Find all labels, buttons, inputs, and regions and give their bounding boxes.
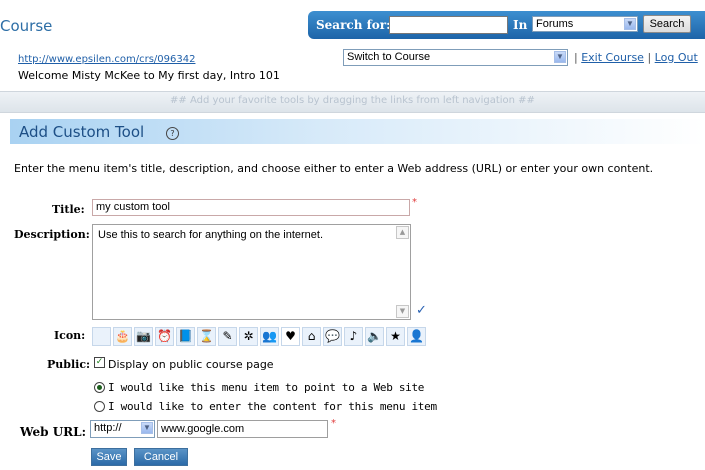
- course-title: Course: [0, 17, 53, 35]
- search-scope-label: In: [513, 18, 528, 32]
- star-icon[interactable]: ★: [386, 327, 405, 346]
- web-site-radio-label[interactable]: I would like this menu item to point to …: [108, 381, 424, 394]
- camera-icon[interactable]: 📷: [134, 327, 153, 346]
- search-label: Search for:: [316, 18, 391, 32]
- pencil-icon[interactable]: ✎: [218, 327, 237, 346]
- search-scope-select[interactable]: Forums ▼: [532, 16, 638, 32]
- logout-link[interactable]: Log Out: [655, 51, 698, 64]
- scroll-up-icon[interactable]: ▲: [396, 226, 409, 239]
- switch-course-value: Switch to Course: [347, 51, 431, 63]
- protocol-select[interactable]: http:// ▼: [90, 420, 155, 438]
- description-textarea[interactable]: Use this to search for anything on the i…: [92, 224, 411, 320]
- music-note-icon[interactable]: ♪: [344, 327, 363, 346]
- person-icon[interactable]: 👤: [407, 327, 426, 346]
- welcome-text: Welcome Misty McKee to My first day, Int…: [18, 69, 280, 82]
- title-input[interactable]: my custom tool: [92, 199, 410, 216]
- favorite-tools-hint: ## Add your favorite tools by dragging t…: [170, 95, 535, 106]
- save-button[interactable]: Save: [91, 448, 127, 466]
- gear-icon[interactable]: ✲: [239, 327, 258, 346]
- switch-course-select[interactable]: Switch to Course ▼: [343, 49, 568, 66]
- chevron-down-icon: ▼: [141, 422, 153, 434]
- search-scope-value: Forums: [536, 18, 574, 30]
- title-label: Title:: [52, 203, 85, 216]
- link-separator: |: [574, 51, 578, 64]
- icon-picker: 🎂 📷 ⏰ 📘 ⌛ ✎ ✲ 👥 ♥ ⌂ 💬 ♪ 🔈 ★ 👤: [92, 327, 428, 346]
- public-checkbox[interactable]: ✓: [94, 357, 105, 368]
- chat-icon[interactable]: 💬: [323, 327, 342, 346]
- people-icon[interactable]: 👥: [260, 327, 279, 346]
- help-icon[interactable]: ?: [166, 127, 179, 140]
- page-title: Add Custom Tool: [19, 123, 145, 141]
- scroll-down-icon[interactable]: ▼: [396, 305, 409, 318]
- description-scrollbar[interactable]: ▲ ▼: [396, 226, 409, 318]
- search-input[interactable]: [389, 16, 508, 34]
- book-icon[interactable]: 📘: [176, 327, 195, 346]
- own-content-radio[interactable]: [94, 401, 105, 412]
- chevron-down-icon: ▼: [554, 51, 566, 63]
- instructions: Enter the menu item's title, description…: [14, 162, 654, 175]
- link-separator: |: [647, 51, 652, 64]
- house-icon[interactable]: ⌂: [302, 327, 321, 346]
- description-label: Description:: [14, 228, 90, 241]
- top-links: | Exit Course | Log Out: [574, 51, 698, 64]
- speaker-icon[interactable]: 🔈: [365, 327, 384, 346]
- cancel-button[interactable]: Cancel: [134, 448, 188, 466]
- icon-label: Icon:: [54, 329, 86, 342]
- public-checkbox-label[interactable]: Display on public course page: [108, 358, 274, 371]
- hourglass-icon[interactable]: ⌛: [197, 327, 216, 346]
- clock-icon[interactable]: ⏰: [155, 327, 174, 346]
- web-site-radio[interactable]: [94, 382, 105, 393]
- public-label: Public:: [47, 358, 91, 371]
- required-marker: *: [331, 418, 336, 429]
- course-url-link[interactable]: http://www.epsilen.com/crs/096342: [18, 54, 195, 65]
- chevron-down-icon: ▼: [624, 18, 636, 30]
- protocol-value: http://: [94, 422, 122, 434]
- own-content-radio-label[interactable]: I would like to enter the content for th…: [108, 400, 437, 413]
- heart-icon[interactable]: ♥: [281, 327, 300, 346]
- search-button[interactable]: Search: [643, 15, 691, 33]
- web-url-label: Web URL:: [20, 425, 87, 439]
- blank-icon[interactable]: [92, 327, 111, 346]
- spellcheck-icon[interactable]: ✓: [416, 303, 427, 318]
- web-url-input[interactable]: www.google.com: [157, 420, 328, 438]
- exit-course-link[interactable]: Exit Course: [581, 51, 644, 64]
- cake-icon[interactable]: 🎂: [113, 327, 132, 346]
- required-marker: *: [412, 197, 417, 208]
